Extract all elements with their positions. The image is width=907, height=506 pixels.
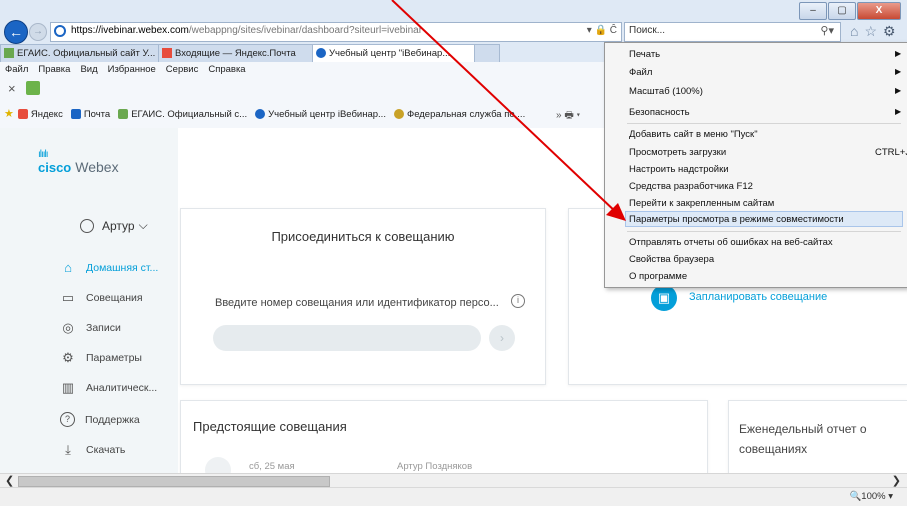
annotation-arrow-line xyxy=(391,0,619,215)
annotation-arrow xyxy=(391,0,626,221)
